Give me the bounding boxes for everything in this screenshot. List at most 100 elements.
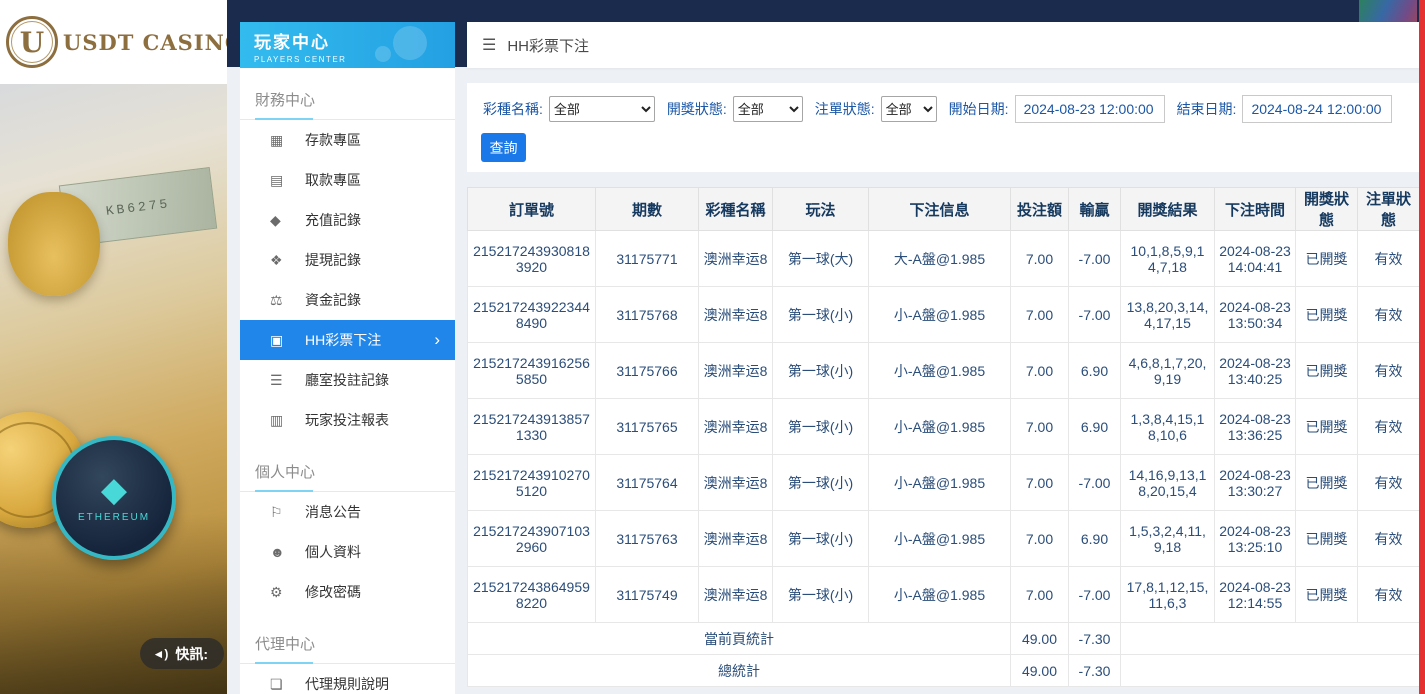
sidebar-item-change-password[interactable]: ⚙ 修改密碼: [240, 572, 455, 612]
sidebar-item-bet-report[interactable]: ▥ 玩家投注報表: [240, 400, 455, 440]
draw-status-select[interactable]: 全部: [733, 96, 803, 122]
end-date-label: 結束日期:: [1177, 99, 1237, 119]
tag-icon: ❖: [270, 252, 305, 269]
sidebar-subtitle: PLAYERS CENTER: [254, 55, 455, 64]
order-no-cell: 2152172439223448490: [468, 287, 596, 343]
sidebar-item-deposit[interactable]: ▦ 存款專區: [240, 120, 455, 160]
draw-status-label: 開獎狀態:: [667, 99, 727, 119]
sidebar-item-label: 廳室投註記錄: [305, 370, 389, 390]
order-status-cell: 有效: [1358, 399, 1420, 455]
page-title: HH彩票下注: [507, 35, 589, 56]
filter-row: 彩種名稱: 全部 開獎狀態: 全部 注單狀態: 全部 開始日期: 結束日期:: [481, 95, 1405, 123]
start-date-label: 開始日期:: [949, 99, 1009, 119]
draw-result-cell: 1,5,3,2,4,11,9,18: [1121, 511, 1215, 567]
start-date-input[interactable]: [1015, 95, 1165, 123]
play-type-cell: 第一球(大): [773, 231, 869, 287]
sidebar-item-lottery-bets[interactable]: ▣ HH彩票下注 ›: [240, 320, 455, 360]
sidebar-item-announcements[interactable]: ⚐ 消息公告: [240, 492, 455, 532]
lottery-name-label: 彩種名稱:: [483, 99, 543, 119]
order-no-cell: 2152172439308183920: [468, 231, 596, 287]
sidebar-item-withdrawal-records[interactable]: ❖ 提現記錄: [240, 240, 455, 280]
sidebar-item-label: 修改密碼: [305, 582, 361, 602]
summary-winloss-total: -7.30: [1069, 623, 1121, 655]
lottery-name-cell: 澳洲幸运8: [699, 455, 773, 511]
bets-table-card: 訂單號 期數 彩種名稱 玩法 下注信息 投注額 輸贏 開獎結果 下注時間 開獎狀…: [467, 187, 1419, 687]
bet-amount-cell: 7.00: [1011, 287, 1069, 343]
section-title-personal: 個人中心: [240, 461, 455, 492]
draw-result-cell: 14,16,9,13,18,20,15,4: [1121, 455, 1215, 511]
main-content: ☰ HH彩票下注 彩種名稱: 全部 開獎狀態: 全部 注單狀態: 全部 開始日期…: [467, 22, 1419, 687]
period-cell: 31175764: [596, 455, 699, 511]
bet-time-cell: 2024-08-23 13:36:25: [1215, 399, 1296, 455]
brand-logo: U USDT CASINO: [0, 0, 227, 84]
sidebar-item-funds-records[interactable]: ⚖ 資金記錄: [240, 280, 455, 320]
bet-info-cell: 小-A盤@1.985: [869, 567, 1011, 623]
draw-result-cell: 13,8,20,3,14,4,17,15: [1121, 287, 1215, 343]
summary-empty-cell: [1121, 655, 1420, 687]
bet-info-cell: 小-A盤@1.985: [869, 399, 1011, 455]
draw-status-cell: 已開獎: [1296, 399, 1358, 455]
th-period: 期數: [596, 188, 699, 231]
order-no-cell: 2152172439102705120: [468, 455, 596, 511]
bet-info-cell: 小-A盤@1.985: [869, 455, 1011, 511]
sidebar-item-label: 個人資料: [305, 542, 361, 562]
section-title-finance: 財務中心: [240, 89, 455, 120]
list-icon: ☰: [270, 372, 305, 389]
play-type-cell: 第一球(小): [773, 567, 869, 623]
sidebar-item-recharge-records[interactable]: ◆ 充值記錄: [240, 200, 455, 240]
bubble-decoration: [375, 46, 391, 62]
sidebar-header: 玩家中心 PLAYERS CENTER: [240, 22, 455, 68]
bet-info-cell: 大-A盤@1.985: [869, 231, 1011, 287]
sidebar-item-label: 玩家投注報表: [305, 410, 389, 430]
summary-bet-total: 49.00: [1011, 655, 1069, 687]
period-cell: 31175749: [596, 567, 699, 623]
order-status-select[interactable]: 全部: [881, 96, 937, 122]
table-row: 2152172439071032960 31175763 澳洲幸运8 第一球(小…: [468, 511, 1420, 567]
recharge-icon: ◆: [270, 212, 305, 229]
order-status-cell: 有效: [1358, 511, 1420, 567]
section-title-agent: 代理中心: [240, 633, 455, 664]
bet-info-cell: 小-A盤@1.985: [869, 287, 1011, 343]
sidebar-item-room-bet-records[interactable]: ☰ 廳室投註記錄: [240, 360, 455, 400]
play-type-cell: 第一球(小): [773, 287, 869, 343]
menu-toggle-icon[interactable]: ☰: [482, 35, 496, 55]
lottery-name-cell: 澳洲幸运8: [699, 399, 773, 455]
query-button[interactable]: 查詢: [481, 133, 526, 162]
play-type-cell: 第一球(小): [773, 343, 869, 399]
order-status-cell: 有效: [1358, 231, 1420, 287]
ethereum-label: ETHEREUM: [78, 512, 150, 523]
gear-icon: ⚙: [270, 584, 305, 601]
summary-row-total: 總統計 49.00 -7.30: [468, 655, 1420, 687]
win-loss-cell: -7.00: [1069, 231, 1121, 287]
win-loss-cell: -7.00: [1069, 455, 1121, 511]
bell-icon: ⚐: [270, 504, 305, 521]
sidebar-item-label: 提現記錄: [305, 250, 361, 270]
order-status-cell: 有效: [1358, 567, 1420, 623]
lottery-name-cell: 澳洲幸运8: [699, 567, 773, 623]
sidebar-item-withdraw[interactable]: ▤ 取款專區: [240, 160, 455, 200]
banknotes-icon: ▤: [270, 172, 305, 189]
table-row: 2152172439102705120 31175764 澳洲幸运8 第一球(小…: [468, 455, 1420, 511]
period-cell: 31175771: [596, 231, 699, 287]
th-bet-time: 下注時間: [1215, 188, 1296, 231]
sidebar-item-agent-rules[interactable]: ❏ 代理規則說明: [240, 664, 455, 694]
logo-letter: U: [20, 26, 44, 59]
bet-time-cell: 2024-08-23 13:30:27: [1215, 455, 1296, 511]
lottery-name-select[interactable]: 全部: [549, 96, 655, 122]
sidebar-item-label: 消息公告: [305, 502, 361, 522]
lottery-name-cell: 澳洲幸运8: [699, 511, 773, 567]
news-ticker-button[interactable]: ◄) 快訊:: [140, 638, 224, 669]
end-date-input[interactable]: [1242, 95, 1392, 123]
lottery-name-cell: 澳洲幸运8: [699, 231, 773, 287]
table-row: 2152172439138571330 31175765 澳洲幸运8 第一球(小…: [468, 399, 1420, 455]
funds-icon: ⚖: [270, 292, 305, 309]
bet-amount-cell: 7.00: [1011, 399, 1069, 455]
draw-status-cell: 已開獎: [1296, 231, 1358, 287]
win-loss-cell: -7.00: [1069, 567, 1121, 623]
sidebar-item-profile[interactable]: ☻ 個人資料: [240, 532, 455, 572]
order-no-cell: 2152172439138571330: [468, 399, 596, 455]
summary-bet-total: 49.00: [1011, 623, 1069, 655]
report-chart-icon: ▥: [270, 412, 305, 429]
promo-panel: U USDT CASINO KB6275 ◆ ETHEREUM ◄) 快訊:: [0, 0, 227, 694]
th-order-status: 注單狀態: [1358, 188, 1420, 231]
